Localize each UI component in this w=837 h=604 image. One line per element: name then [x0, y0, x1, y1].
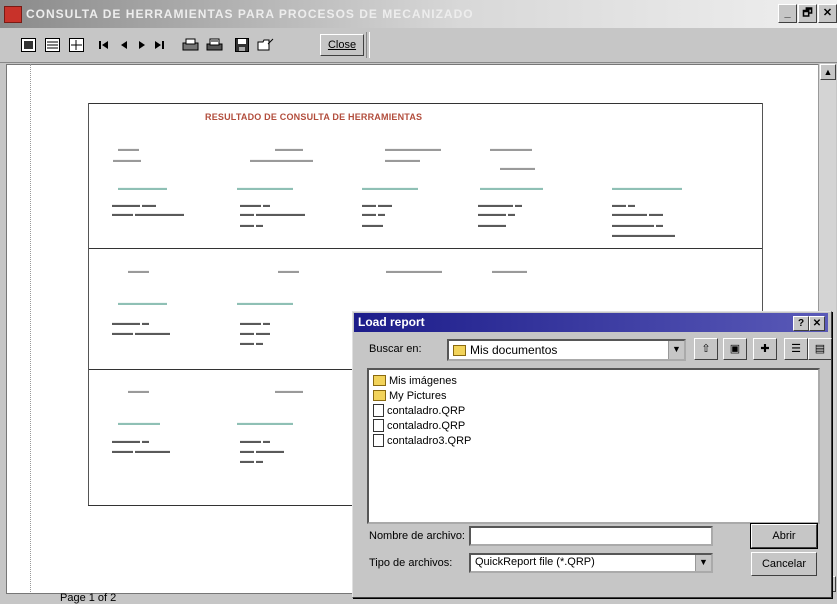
- cancel-button[interactable]: Cancelar: [751, 552, 817, 576]
- title-bar: CONSULTA DE HERRAMIENTAS PARA PROCESOS D…: [0, 0, 837, 28]
- page-status: Page 1 of 2: [60, 592, 117, 604]
- help-button[interactable]: ?: [793, 316, 809, 331]
- list-item[interactable]: contaladro.QRP: [373, 403, 465, 418]
- load-report-dialog: Load report ? ✕ Buscar en: Mis documento…: [352, 311, 832, 598]
- folder-icon: [373, 375, 386, 386]
- details-view-icon[interactable]: ▤: [808, 338, 832, 360]
- window-controls: _ 🗗 ✕: [778, 4, 837, 23]
- scroll-up-icon[interactable]: ▲: [820, 64, 836, 80]
- next-page-icon[interactable]: [136, 37, 148, 53]
- list-view-icon[interactable]: ☰: [784, 338, 808, 360]
- folder-icon: [373, 390, 386, 401]
- open-icon[interactable]: [256, 37, 274, 53]
- new-folder-icon[interactable]: ✚: [753, 338, 777, 360]
- print-setup-icon[interactable]: [181, 37, 199, 53]
- up-folder-icon[interactable]: ⇧: [694, 338, 718, 360]
- filename-label: Nombre de archivo:: [369, 530, 465, 542]
- minimize-button[interactable]: _: [778, 4, 797, 23]
- look-in-value: Mis documentos: [470, 343, 558, 357]
- close-preview-button[interactable]: Close: [320, 34, 364, 56]
- app-icon[interactable]: [4, 6, 22, 23]
- zoom-100-icon[interactable]: [44, 37, 60, 53]
- file-icon: [373, 404, 384, 417]
- filetype-label: Tipo de archivos:: [369, 557, 453, 569]
- list-item[interactable]: My Pictures: [373, 388, 446, 403]
- first-page-icon[interactable]: [98, 37, 110, 53]
- dialog-close-button[interactable]: ✕: [809, 316, 825, 331]
- folder-icon: [453, 344, 466, 356]
- filename-field[interactable]: [469, 526, 713, 546]
- prev-page-icon[interactable]: [118, 37, 130, 53]
- toolbar: Close: [0, 28, 837, 63]
- dialog-title-bar: Load report ? ✕: [354, 313, 828, 332]
- restore-button[interactable]: 🗗: [798, 4, 817, 23]
- look-in-label: Buscar en:: [369, 343, 422, 355]
- last-page-icon[interactable]: [154, 37, 166, 53]
- file-list[interactable]: Mis imágenes My Pictures contaladro.QRP …: [367, 368, 820, 524]
- zoom-width-icon[interactable]: [68, 37, 84, 53]
- toolbar-separator: [366, 32, 370, 58]
- report-title: RESULTADO DE CONSULTA DE HERRAMIENTAS: [205, 112, 423, 122]
- zoom-fit-icon[interactable]: [20, 37, 36, 53]
- close-window-button[interactable]: ✕: [818, 4, 837, 23]
- list-item[interactable]: contaladro3.QRP: [373, 433, 471, 448]
- file-icon: [373, 434, 384, 447]
- list-item[interactable]: Mis imágenes: [373, 373, 457, 388]
- margin-guide: [30, 64, 32, 592]
- file-name: contaladro.QRP: [387, 404, 466, 417]
- file-name: Mis imágenes: [389, 374, 457, 387]
- save-icon[interactable]: [234, 37, 250, 53]
- file-name: contaladro.QRP: [387, 419, 466, 432]
- filetype-select[interactable]: QuickReport file (*.QRP) ▼: [469, 553, 713, 573]
- chevron-down-icon[interactable]: ▼: [668, 341, 684, 359]
- window-title: CONSULTA DE HERRAMIENTAS PARA PROCESOS D…: [26, 7, 474, 21]
- print-icon[interactable]: [205, 37, 223, 53]
- file-name: contaladro3.QRP: [387, 434, 472, 447]
- list-item[interactable]: contaladro.QRP: [373, 418, 465, 433]
- chevron-down-icon[interactable]: ▼: [695, 555, 711, 571]
- file-name: My Pictures: [389, 389, 447, 402]
- filetype-value: QuickReport file (*.QRP): [475, 556, 595, 568]
- open-button[interactable]: Abrir: [750, 523, 818, 549]
- desktop-icon[interactable]: ▣: [723, 338, 747, 360]
- dialog-title: Load report: [358, 315, 425, 329]
- file-icon: [373, 419, 384, 432]
- look-in-select[interactable]: Mis documentos ▼: [447, 339, 686, 361]
